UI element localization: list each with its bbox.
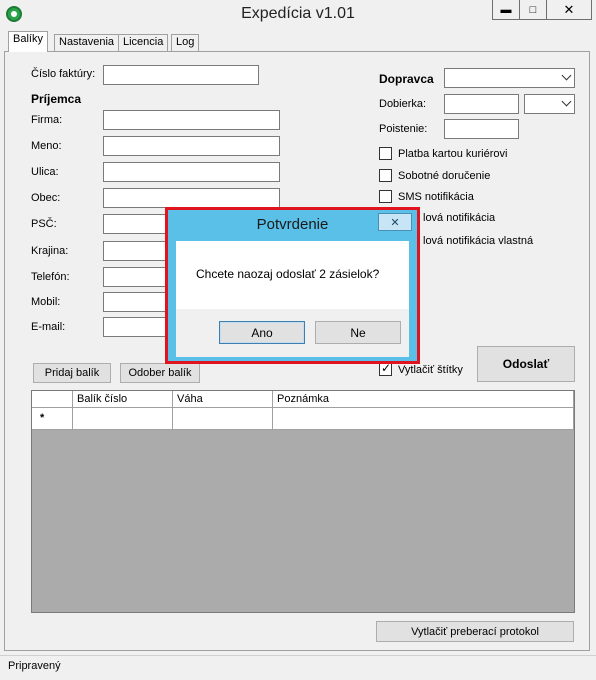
sms-checkbox[interactable] [379, 190, 392, 203]
tab-licencia[interactable]: Licencia [118, 34, 169, 51]
confirm-dialog: Potvrdenie ✕ Chcete naozaj odoslať 2 zás… [165, 207, 420, 364]
status-text: Pripravený [8, 660, 61, 672]
dialog-message: Chcete naozaj odoslať 2 zásielok? [196, 267, 380, 281]
saturday-delivery-label: Sobotné doručenie [398, 170, 491, 182]
cod-input[interactable] [444, 94, 519, 114]
grid-cell-note[interactable] [273, 408, 574, 430]
firma-input[interactable] [103, 110, 280, 130]
invoice-input[interactable] [103, 65, 259, 85]
obec-label: Obec: [31, 192, 61, 204]
card-payment-checkbox[interactable] [379, 147, 392, 160]
grid-cell-package-number[interactable] [73, 408, 173, 430]
grid-new-row-marker: * [32, 408, 73, 430]
recipient-header: Príjemca [31, 92, 82, 106]
chevron-down-icon [561, 96, 572, 107]
chevron-down-icon [561, 70, 572, 81]
email-notification-label: lová notifikácia [423, 212, 496, 224]
ulica-label: Ulica: [31, 166, 59, 178]
psc-input[interactable] [103, 214, 168, 234]
yes-button[interactable]: Ano [219, 321, 305, 344]
krajina-input[interactable] [103, 241, 168, 261]
dialog-close-button[interactable]: ✕ [378, 213, 412, 231]
packages-grid[interactable]: Balík číslo Váha Poznámka * [31, 390, 575, 613]
email-input[interactable] [103, 317, 168, 337]
maximize-button[interactable]: □ [519, 0, 547, 20]
add-package-button[interactable]: Pridaj balík [33, 363, 111, 383]
grid-header-note[interactable]: Poznámka [273, 391, 574, 408]
obec-input[interactable] [103, 188, 280, 208]
tab-log[interactable]: Log [171, 34, 200, 51]
firma-label: Firma: [31, 114, 63, 126]
currency-select[interactable] [524, 94, 575, 114]
no-button[interactable]: Ne [315, 321, 401, 344]
ulica-input[interactable] [103, 162, 280, 182]
saturday-delivery-checkbox[interactable] [379, 169, 392, 182]
meno-label: Meno: [31, 140, 62, 152]
cod-label: Dobierka: [379, 98, 427, 110]
close-button[interactable]: ✕ [546, 0, 592, 20]
email-notification-custom-label: lová notifikácia vlastná [423, 235, 534, 247]
print-labels-checkbox[interactable] [379, 361, 392, 376]
mobil-label: Mobil: [31, 296, 61, 308]
meno-input[interactable] [103, 136, 280, 156]
grid-corner-header [32, 391, 73, 408]
grid-header-weight[interactable]: Váha [173, 391, 273, 408]
carrier-header: Dopravca [379, 72, 434, 86]
title-bar: Expedícia v1.01 ▬ □ ✕ [0, 0, 596, 30]
carrier-select[interactable] [444, 68, 575, 88]
invoice-label: Číslo faktúry: [31, 68, 96, 80]
email-label: E-mail: [31, 321, 66, 333]
status-bar: Pripravený [0, 655, 596, 680]
krajina-label: Krajina: [31, 245, 69, 257]
sms-label: SMS notifikácia [398, 191, 474, 203]
card-payment-label: Platba kartou kuriérovi [398, 148, 508, 160]
send-button[interactable]: Odoslať [477, 346, 575, 382]
telefon-label: Telefón: [31, 271, 70, 283]
dialog-body: Chcete naozaj odoslať 2 zásielok? [176, 241, 409, 309]
dialog-footer: Ano Ne [176, 309, 409, 357]
mobil-input[interactable] [103, 292, 168, 312]
insurance-input[interactable] [444, 119, 519, 139]
minimize-button[interactable]: ▬ [492, 0, 520, 20]
grid-header-package-number[interactable]: Balík číslo [73, 391, 173, 408]
insurance-label: Poistenie: [379, 123, 428, 135]
tab-nastavenia[interactable]: Nastavenia [54, 34, 120, 51]
grid-cell-weight[interactable] [173, 408, 273, 430]
print-labels-label: Vytlačiť štítky [398, 364, 463, 376]
psc-label: PSČ: [31, 218, 57, 230]
telefon-input[interactable] [103, 267, 168, 287]
print-protocol-button[interactable]: Vytlačiť preberací protokol [376, 621, 574, 642]
tab-baliky[interactable]: Balíky [8, 31, 48, 52]
remove-package-button[interactable]: Odober balík [120, 363, 200, 383]
